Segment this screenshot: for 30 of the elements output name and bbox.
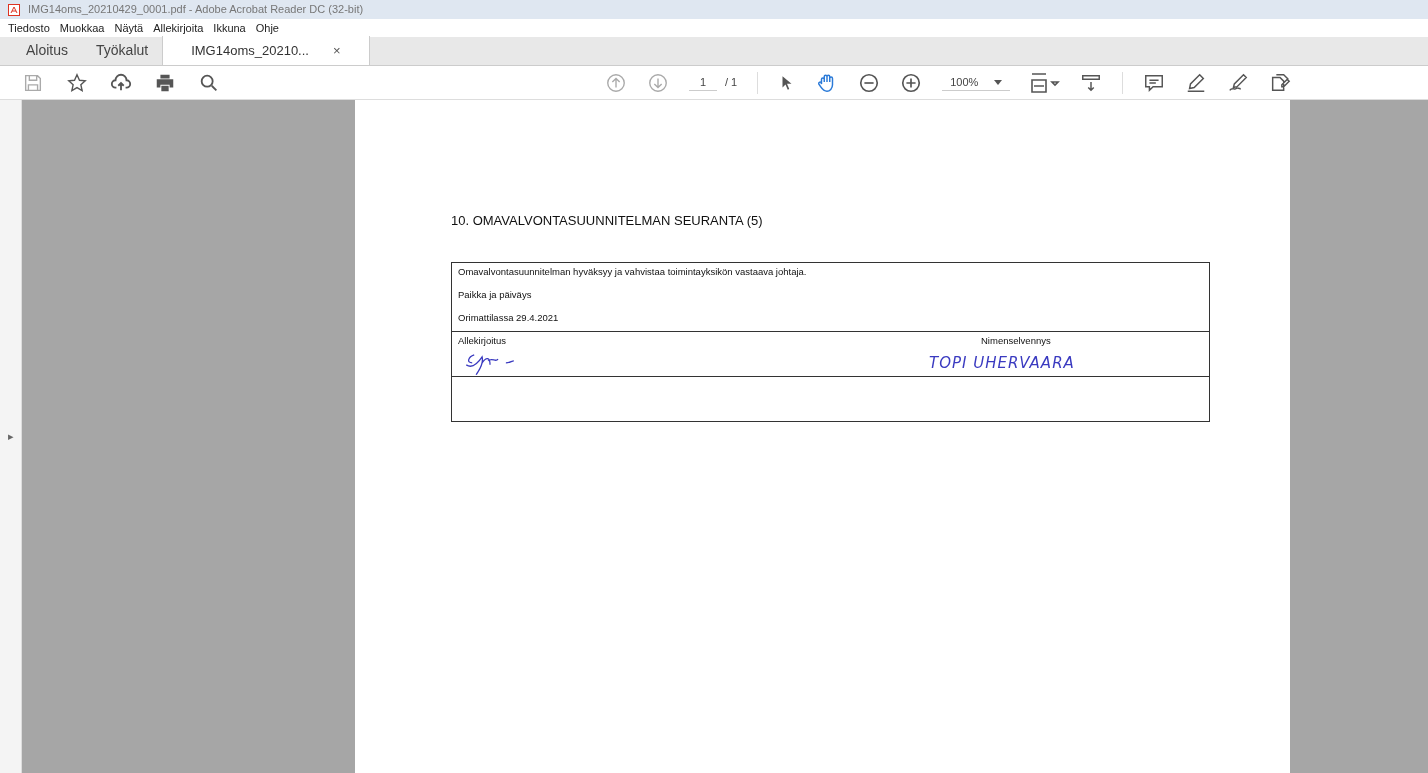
sign-icon[interactable] <box>1227 71 1250 94</box>
edit-document-icon[interactable] <box>1269 71 1292 94</box>
section-heading: 10. OMAVALVONTASUUNNITELMAN SEURANTA (5) <box>451 212 763 230</box>
statement-text: Omavalvontasuunnitelman hyväksyy ja vahvistaa toimintayksikön vastaava johtaja. <box>458 264 807 279</box>
handwritten-name: TOPI UHERVAARA <box>929 352 1075 374</box>
tab[interactable]: Aloitus <box>12 36 83 65</box>
menu-item[interactable]: Näytä <box>114 19 144 37</box>
zoom-out-icon[interactable] <box>858 71 881 94</box>
page-count: / 1 <box>725 75 738 91</box>
menu-item[interactable]: Ikkuna <box>213 19 246 37</box>
panel-toggle[interactable]: ▸ <box>7 428 14 445</box>
zoom-in-icon[interactable] <box>900 71 923 94</box>
app-icon <box>8 3 20 16</box>
menu-item[interactable]: Allekirjoita <box>153 19 204 37</box>
close-icon[interactable]: × <box>332 40 341 61</box>
tab[interactable]: Työkalut <box>82 36 163 65</box>
page-fit-icon[interactable] <box>1030 71 1061 94</box>
field-label: Allekirjoitus <box>458 334 507 349</box>
tab[interactable]: IMG14oms_20210... × <box>162 36 370 65</box>
menu-item[interactable]: Ohje <box>255 19 279 37</box>
field-label: Paikka ja päiväys <box>458 287 532 302</box>
zoom-dropdown[interactable]: 100% <box>942 73 1011 92</box>
menu-item[interactable]: Tiedosto <box>8 19 50 37</box>
field-value: Orimattilassa 29.4.2021 <box>458 311 559 325</box>
star-icon[interactable] <box>66 71 88 94</box>
menu-item[interactable]: Muokkaa <box>59 19 105 37</box>
caret-icon <box>994 79 1003 85</box>
window-title: IMG14oms_20210429_0001.pdf - Adobe Acrobat Reader DC (32-bit) <box>28 2 364 18</box>
page-number-field[interactable]: 1 <box>689 73 717 92</box>
field-label: Nimenselvennys <box>981 334 1051 349</box>
